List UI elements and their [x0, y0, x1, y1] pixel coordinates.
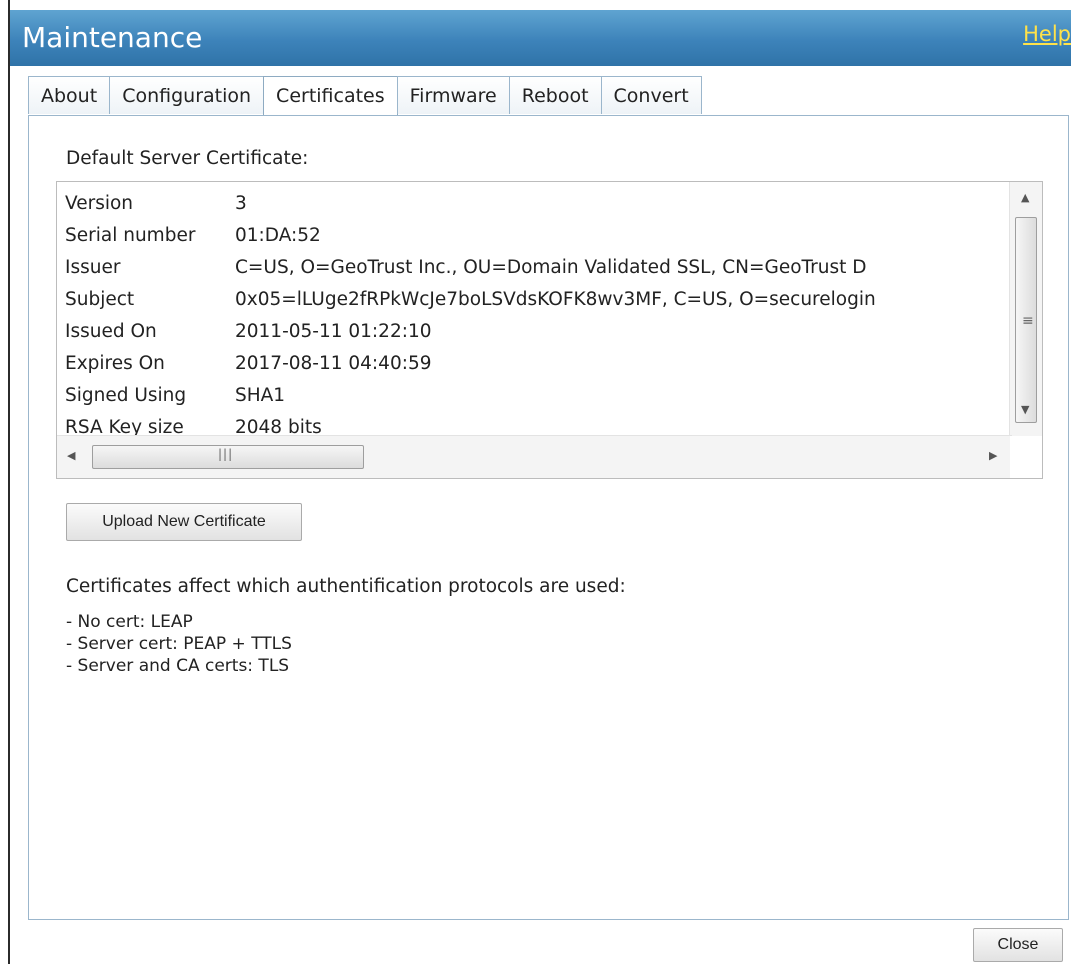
tab-convert[interactable]: Convert	[600, 76, 702, 114]
cert-field-key: Issuer	[65, 257, 121, 278]
help-link[interactable]: Help	[1023, 22, 1071, 46]
cert-field-value: 2011-05-11 01:22:10	[235, 321, 432, 342]
cert-field-value: 2017-08-11 04:40:59	[235, 353, 432, 374]
cert-field-key: Issued On	[65, 321, 157, 342]
cert-field-value: C=US, O=GeoTrust Inc., OU=Domain Validat…	[235, 257, 867, 278]
tab-bar: About Configuration Certificates Firmwar…	[28, 76, 702, 116]
cert-field-key: Serial number	[65, 225, 196, 246]
tab-certificates[interactable]: Certificates	[263, 76, 398, 116]
cert-field-key: Subject	[65, 289, 135, 310]
cert-field-value: SHA1	[235, 385, 286, 406]
scroll-left-arrow-icon[interactable]: ◀	[67, 450, 75, 462]
upload-new-certificate-button[interactable]: Upload New Certificate	[66, 503, 302, 541]
scroll-down-arrow-icon[interactable]: ▼	[1021, 404, 1029, 416]
close-button[interactable]: Close	[973, 928, 1063, 962]
vertical-scroll-thumb[interactable]: ≡	[1015, 217, 1037, 423]
tab-about[interactable]: About	[28, 76, 111, 114]
cert-field-value: 3	[235, 193, 247, 214]
cert-field-key: Expires On	[65, 353, 165, 374]
protocols-info-list: - No cert: LEAP - Server cert: PEAP + TT…	[66, 611, 292, 677]
cert-field-value: 01:DA:52	[235, 225, 321, 246]
dialog-title: Maintenance	[22, 21, 203, 54]
horizontal-scrollbar[interactable]: ◀ ||| ▶	[57, 435, 1012, 478]
scrollbar-corner	[1010, 436, 1042, 478]
vertical-scrollbar[interactable]: ▲ ≡ ▼	[1009, 182, 1042, 438]
tab-configuration[interactable]: Configuration	[109, 76, 265, 114]
certificates-panel: Default Server Certificate: Version 3 Se…	[28, 115, 1069, 920]
protocols-info-heading: Certificates affect which authentificati…	[66, 576, 626, 597]
tab-reboot[interactable]: Reboot	[508, 76, 602, 114]
cert-field-key: Version	[65, 193, 134, 214]
list-item: - Server cert: PEAP + TTLS	[66, 634, 292, 654]
certificate-details-box[interactable]: Version 3 Serial number 01:DA:52 Issuer …	[56, 181, 1043, 479]
maintenance-dialog: Maintenance Help About Configuration Cer…	[8, 0, 1071, 964]
tab-firmware[interactable]: Firmware	[396, 76, 510, 114]
horizontal-scroll-thumb[interactable]: |||	[92, 445, 364, 469]
dialog-titlebar: Maintenance Help	[10, 10, 1071, 66]
scroll-up-arrow-icon[interactable]: ▲	[1021, 192, 1029, 204]
cert-field-value: 0x05=lLUge2fRPkWcJe7boLSVdsKOFK8wv3MF, C…	[235, 289, 876, 310]
list-item: - Server and CA certs: TLS	[66, 656, 290, 676]
default-certificate-label: Default Server Certificate:	[66, 148, 309, 169]
list-item: - No cert: LEAP	[66, 612, 193, 632]
grip-icon: |||	[218, 447, 234, 461]
grip-icon: ≡	[1022, 313, 1034, 329]
scroll-right-arrow-icon[interactable]: ▶	[989, 450, 997, 462]
cert-field-key: Signed Using	[65, 385, 187, 406]
